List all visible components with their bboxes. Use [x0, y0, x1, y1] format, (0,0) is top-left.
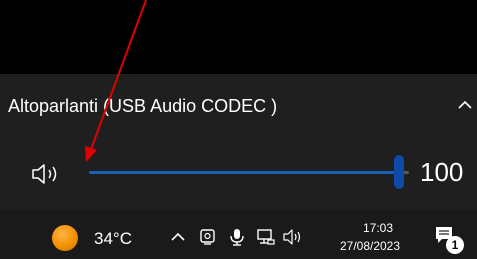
clock-time[interactable]: 17:03	[354, 221, 402, 235]
temperature-text[interactable]: 34°C	[94, 229, 132, 249]
audio-device-label[interactable]: Altoparlanti (USB Audio CODEC )	[8, 96, 277, 117]
chevron-up-icon[interactable]	[168, 226, 188, 248]
volume-value: 100	[420, 157, 464, 187]
microphone-icon[interactable]	[227, 226, 247, 248]
chevron-up-icon[interactable]	[456, 96, 474, 114]
network-icon[interactable]	[256, 226, 276, 248]
volume-slider-fill	[89, 171, 399, 174]
clock-date[interactable]: 27/08/2023	[330, 239, 410, 253]
camera-icon[interactable]	[198, 226, 218, 248]
speaker-icon[interactable]	[282, 226, 302, 248]
background-area	[0, 0, 477, 74]
volume-slider-thumb[interactable]	[394, 155, 404, 189]
sun-icon[interactable]	[52, 225, 78, 251]
speaker-icon[interactable]	[30, 160, 66, 188]
volume-slider[interactable]	[89, 155, 409, 191]
notification-count-badge: 1	[446, 236, 464, 254]
